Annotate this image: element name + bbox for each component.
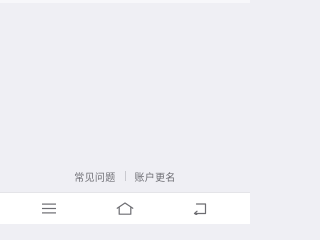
footer-links: 常见问题 账户更名	[0, 168, 250, 184]
app-screen: 常见问题 账户更名	[0, 0, 250, 224]
rename-account-link[interactable]: 账户更名	[135, 169, 176, 184]
home-icon	[116, 202, 134, 215]
menu-button[interactable]	[29, 193, 69, 224]
top-band	[0, 0, 250, 3]
menu-icon	[42, 203, 56, 214]
footer-divider	[124, 171, 126, 181]
system-navigation-bar	[0, 192, 250, 224]
back-button[interactable]	[180, 193, 220, 224]
back-icon	[193, 202, 207, 215]
home-button[interactable]	[105, 193, 145, 224]
faq-link[interactable]: 常见问题	[74, 169, 115, 184]
